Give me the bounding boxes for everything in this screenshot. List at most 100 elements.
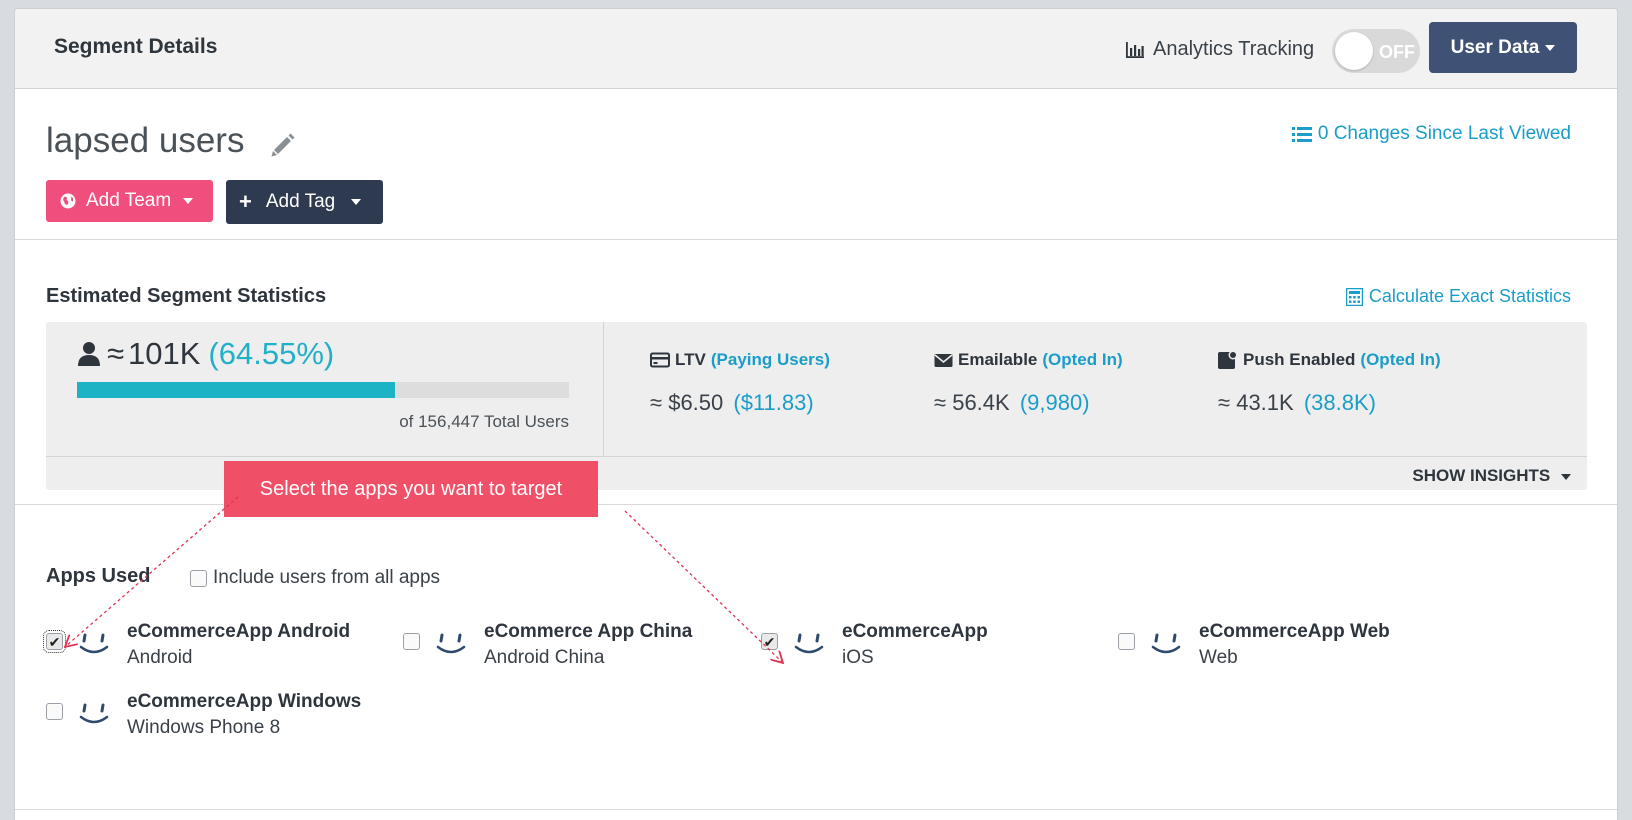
metric-value: $6.50 <box>668 390 724 415</box>
app-platform: Web <box>1199 647 1238 668</box>
divider <box>15 239 1617 240</box>
approx-symbol: ≈ <box>650 390 663 415</box>
add-team-button[interactable]: Add Team <box>46 180 213 222</box>
app-platform: Android China <box>484 647 605 668</box>
include-all-apps-checkbox[interactable] <box>190 569 207 587</box>
analytics-tracking: Analytics Tracking <box>1125 38 1314 61</box>
metric-ltv-label-row: LTV (Paying Users) <box>650 350 830 370</box>
users-progress-fill <box>77 382 395 398</box>
apps-used-title: Apps Used <box>46 565 151 587</box>
app-name: eCommerceApp Web <box>1199 621 1390 642</box>
credit-card-icon <box>650 352 670 368</box>
toggle-state-label: OFF <box>1379 42 1415 62</box>
page-header: Segment Details Analytics Tracking OFF U… <box>15 9 1617 89</box>
metric-push-label-row: Push Enabled (Opted In) <box>1218 350 1441 370</box>
include-all-apps-option[interactable]: Include users from all apps <box>190 567 440 589</box>
app-checkbox[interactable]: ✔ <box>761 633 778 650</box>
segment-details-panel: Segment Details Analytics Tracking OFF U… <box>14 8 1618 820</box>
user-data-button[interactable]: User Data <box>1429 22 1577 73</box>
app-name: eCommerceApp <box>842 621 988 642</box>
app-platform: Android <box>127 647 193 668</box>
include-all-apps-label: Include users from all apps <box>213 567 441 588</box>
app-text: eCommerce App China Android China <box>484 621 692 669</box>
chevron-down-icon <box>1561 473 1571 480</box>
app-item: ✔ eCommerceApp iOS <box>761 621 988 669</box>
app-platform: Windows Phone 8 <box>127 717 281 738</box>
segment-name: lapsed users <box>46 121 245 160</box>
calculate-exact-statistics-link[interactable]: Calculate Exact Statistics <box>1345 286 1571 307</box>
add-tag-label: Add Tag <box>265 191 336 212</box>
metric-label: Push Enabled <box>1243 350 1356 369</box>
approx-symbol: ≈ <box>107 336 125 371</box>
stats-divider-vertical <box>603 322 604 456</box>
plus-icon: + <box>239 189 252 214</box>
list-icon <box>1291 126 1312 142</box>
metric-sub: (Opted In) <box>1042 350 1123 369</box>
metric-value-row: ≈ 43.1K (38.8K) <box>1218 390 1441 416</box>
app-smiley-icon <box>436 633 466 654</box>
users-percent: (64.55%) <box>208 336 335 371</box>
calculator-icon <box>1345 287 1363 306</box>
analytics-tracking-toggle[interactable]: OFF <box>1332 29 1420 73</box>
pencil-icon[interactable] <box>269 131 297 159</box>
app-name: eCommerce App China <box>484 621 693 642</box>
envelope-icon <box>934 353 953 367</box>
users-progress-bar <box>77 382 569 398</box>
changes-label: 0 Changes Since Last Viewed <box>1317 123 1571 144</box>
stats-divider-horizontal <box>46 456 1587 457</box>
metric-sub: (Opted In) <box>1360 350 1441 369</box>
add-team-label: Add Team <box>86 190 172 211</box>
metric-ltv: LTV (Paying Users) ≈ $6.50 ($11.83) <box>650 350 830 416</box>
metric-label: LTV <box>675 350 706 369</box>
app-item: ✔ eCommerceApp Android Android <box>43 621 350 669</box>
metric-value: 43.1K <box>1236 390 1294 415</box>
users-count: 101K <box>128 336 201 371</box>
app-checkbox[interactable]: ✔ <box>43 630 66 653</box>
app-smiley-icon <box>1151 633 1181 654</box>
divider <box>15 809 1617 810</box>
app-name: eCommerceApp Windows <box>127 691 362 712</box>
bar-chart-icon <box>1126 41 1144 58</box>
tooltip-callout: Select the apps you want to target <box>224 461 598 517</box>
stats-title: Estimated Segment Statistics <box>46 285 327 307</box>
app-checkbox[interactable] <box>1118 633 1135 650</box>
app-text: eCommerceApp iOS <box>842 621 988 669</box>
app-text: eCommerceApp Android Android <box>127 621 350 669</box>
users-estimate: ≈ 101K (64.55%) <box>77 336 334 372</box>
globe-icon <box>60 193 76 209</box>
metric-push-enabled: Push Enabled (Opted In) ≈ 43.1K (38.8K) <box>1218 350 1441 416</box>
calculate-exact-label: Calculate Exact Statistics <box>1368 286 1571 306</box>
app-text: eCommerceApp Windows Windows Phone 8 <box>127 691 361 739</box>
chevron-down-icon <box>1545 44 1556 51</box>
app-item: eCommerceApp Web Web <box>1118 621 1390 669</box>
metric-value: 56.4K <box>952 390 1010 415</box>
metric-emailable-label-row: Emailable (Opted In) <box>934 350 1123 370</box>
user-icon <box>78 342 100 366</box>
app-item: eCommerce App China Android China <box>403 621 692 669</box>
show-insights-label: SHOW INSIGHTS <box>1412 466 1551 485</box>
page-title: Segment Details <box>54 35 218 58</box>
metric-alt-value: (38.8K) <box>1303 390 1376 415</box>
app-smiley-icon <box>79 703 109 724</box>
approx-symbol: ≈ <box>934 390 947 415</box>
metric-emailable: Emailable (Opted In) ≈ 56.4K (9,980) <box>934 350 1123 416</box>
metric-alt-value: (9,980) <box>1019 390 1090 415</box>
user-data-label: User Data <box>1450 36 1540 58</box>
metric-value-row: ≈ $6.50 ($11.83) <box>650 390 830 416</box>
app-checkbox[interactable] <box>403 633 420 650</box>
app-item: eCommerceApp Windows Windows Phone 8 <box>46 691 361 739</box>
app-smiley-icon <box>794 633 824 654</box>
changes-since-last-viewed-link[interactable]: 0 Changes Since Last Viewed <box>1291 123 1571 145</box>
app-checkbox[interactable] <box>46 703 63 720</box>
add-tag-button[interactable]: + Add Tag <box>226 180 383 224</box>
metric-sub: (Paying Users) <box>710 350 830 369</box>
toggle-knob <box>1335 32 1373 70</box>
metric-value-row: ≈ 56.4K (9,980) <box>934 390 1123 416</box>
metric-alt-value: ($11.83) <box>733 390 814 415</box>
app-name: eCommerceApp Android <box>127 621 351 642</box>
app-text: eCommerceApp Web Web <box>1199 621 1390 669</box>
metric-label: Emailable <box>958 350 1038 369</box>
chevron-down-icon <box>183 198 194 204</box>
show-insights-button[interactable]: SHOW INSIGHTS <box>1412 466 1571 486</box>
chevron-down-icon <box>351 199 362 205</box>
